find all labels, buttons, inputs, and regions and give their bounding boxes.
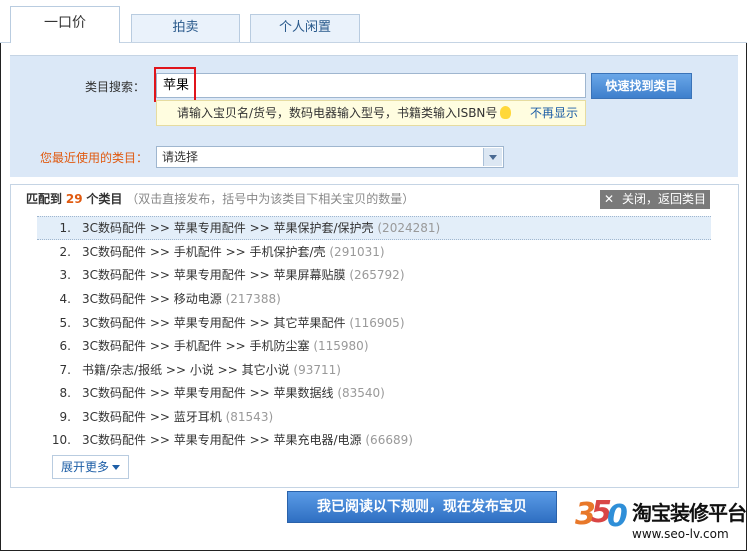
tab-bar: 一口价 拍卖 个人闲置 [0, 0, 747, 43]
result-row[interactable]: 4. 3C数码配件 >> 移动电源 (217388) [37, 287, 711, 311]
dont-show-again-link[interactable]: 不再显示 [530, 101, 578, 125]
result-row[interactable]: 6. 3C数码配件 >> 手机配件 >> 手机防尘塞 (115980) [37, 334, 711, 358]
result-row[interactable]: 10. 3C数码配件 >> 苹果专用配件 >> 苹果充电器/电源 (66689) [37, 428, 711, 452]
result-count: (66689) [365, 433, 413, 447]
recent-category-select[interactable]: 请选择 [156, 146, 504, 168]
show-more-label: 展开更多 [60, 460, 109, 474]
close-return-label: 关闭，返回类目 [622, 192, 707, 206]
result-number: 3. [59, 268, 71, 282]
recent-category-label: 您最近使用的类目： [40, 151, 149, 165]
result-path-text: 3C数码配件 >> 蓝牙耳机 [82, 410, 222, 424]
logo-digit: 0 [607, 499, 628, 534]
result-path: 3C数码配件 >> 苹果专用配件 >> 苹果数据线 (83540) [82, 381, 385, 405]
result-path: 3C数码配件 >> 苹果专用配件 >> 其它苹果配件 (116905) [82, 311, 405, 335]
chevron-down-icon [112, 465, 120, 470]
result-number: 10. [51, 433, 71, 447]
result-path-text: 3C数码配件 >> 手机配件 >> 手机防尘塞 [82, 339, 310, 353]
tip-text: 请输入宝贝名/货号，数码电器输入型号，书籍类输入ISBN号 [177, 106, 498, 120]
result-path: 3C数码配件 >> 手机配件 >> 手机防尘塞 (115980) [82, 334, 369, 358]
result-path-text: 3C数码配件 >> 苹果专用配件 >> 其它苹果配件 [82, 316, 346, 330]
result-count: (81543) [225, 410, 274, 424]
result-count: (115980) [313, 339, 369, 353]
result-count: (83540) [337, 386, 385, 400]
highlight-annotation [154, 67, 196, 102]
results-count: 29 [65, 192, 83, 206]
close-return-button[interactable]: ✕ 关闭，返回类目 [600, 190, 710, 209]
result-number: 9. [59, 410, 71, 424]
result-row[interactable]: 9. 3C数码配件 >> 蓝牙耳机 (81543) [37, 405, 711, 429]
result-row[interactable]: 7. 书籍/杂志/报纸 >> 小说 >> 其它小说 (93711) [37, 358, 711, 382]
close-icon: ✕ [604, 192, 615, 206]
result-path-text: 书籍/杂志/报纸 >> 小说 >> 其它小说 [82, 363, 290, 377]
result-number: 7. [59, 363, 71, 377]
category-search-input[interactable]: 苹果 [156, 73, 586, 98]
result-path-text: 3C数码配件 >> 苹果专用配件 >> 苹果数据线 [82, 386, 334, 400]
watermark-url: www.seo-lv.com [632, 527, 729, 541]
result-row[interactable]: 2. 3C数码配件 >> 手机配件 >> 手机保护套/壳 (291031) [37, 240, 711, 264]
category-search-label: 类目搜索： [85, 80, 146, 94]
result-number: 8. [59, 386, 71, 400]
results-suffix: 个类目 [86, 192, 123, 206]
result-row[interactable]: 3. 3C数码配件 >> 苹果专用配件 >> 苹果屏幕贴膜 (265792) [37, 263, 711, 287]
result-count: (2024281) [377, 221, 441, 235]
result-count: (116905) [349, 316, 405, 330]
result-path-text: 3C数码配件 >> 移动电源 [82, 292, 222, 306]
result-number: 2. [59, 245, 71, 259]
result-row[interactable]: 8. 3C数码配件 >> 苹果专用配件 >> 苹果数据线 (83540) [37, 381, 711, 405]
result-count: (93711) [293, 363, 341, 377]
result-count: (291031) [329, 245, 385, 259]
results-header: 匹配到 29 个类目 （双击直接发布，括号中为该类目下相关宝贝的数量） [26, 190, 414, 207]
result-count: (265792) [349, 268, 405, 282]
lightbulb-icon [500, 106, 511, 119]
tab-fixed-price[interactable]: 一口价 [10, 6, 120, 43]
result-number: 4. [59, 292, 71, 306]
watermark-title: 淘宝装修平台 [632, 501, 747, 525]
result-path: 3C数码配件 >> 手机配件 >> 手机保护套/壳 (291031) [82, 240, 385, 264]
results-hint: （双击直接发布，括号中为该类目下相关宝贝的数量） [126, 192, 415, 206]
tab-personal-idle[interactable]: 个人闲置 [250, 14, 360, 42]
result-row[interactable]: 5. 3C数码配件 >> 苹果专用配件 >> 其它苹果配件 (116905) [37, 311, 711, 335]
result-path: 书籍/杂志/报纸 >> 小说 >> 其它小说 (93711) [82, 358, 341, 382]
result-path-text: 3C数码配件 >> 手机配件 >> 手机保护套/壳 [82, 245, 326, 259]
show-more-button[interactable]: 展开更多 [52, 455, 129, 479]
publish-item-button[interactable]: 我已阅读以下规则，现在发布宝贝 [287, 491, 557, 523]
result-path: 3C数码配件 >> 蓝牙耳机 (81543) [82, 405, 273, 429]
search-tip: 请输入宝贝名/货号，数码电器输入型号，书籍类输入ISBN号 不再显示 [156, 100, 586, 126]
result-row[interactable]: 1. 3C数码配件 >> 苹果专用配件 >> 苹果保护套/保护壳 (202428… [37, 216, 711, 240]
result-count: (217388) [225, 292, 281, 306]
result-number: 6. [59, 339, 71, 353]
result-path-text: 3C数码配件 >> 苹果专用配件 >> 苹果屏幕贴膜 [82, 268, 346, 282]
result-path: 3C数码配件 >> 移动电源 (217388) [82, 287, 281, 311]
tab-auction[interactable]: 拍卖 [131, 14, 240, 42]
result-number: 5. [59, 316, 71, 330]
results-prefix: 匹配到 [26, 192, 63, 206]
result-path-text: 3C数码配件 >> 苹果专用配件 >> 苹果充电器/电源 [82, 433, 362, 447]
result-path: 3C数码配件 >> 苹果专用配件 >> 苹果充电器/电源 (66689) [82, 428, 413, 452]
result-number: 1. [59, 221, 71, 235]
find-category-button[interactable]: 快速找到类目 [591, 73, 692, 99]
watermark-logo: 3 5 0 [575, 493, 628, 543]
result-path-text: 3C数码配件 >> 苹果专用配件 >> 苹果保护套/保护壳 [82, 221, 374, 235]
recent-category-value: 请选择 [162, 150, 199, 164]
result-path: 3C数码配件 >> 苹果专用配件 >> 苹果屏幕贴膜 (265792) [82, 263, 405, 287]
result-path: 3C数码配件 >> 苹果专用配件 >> 苹果保护套/保护壳 (2024281) [82, 217, 440, 239]
dropdown-arrow-icon[interactable] [483, 148, 502, 166]
